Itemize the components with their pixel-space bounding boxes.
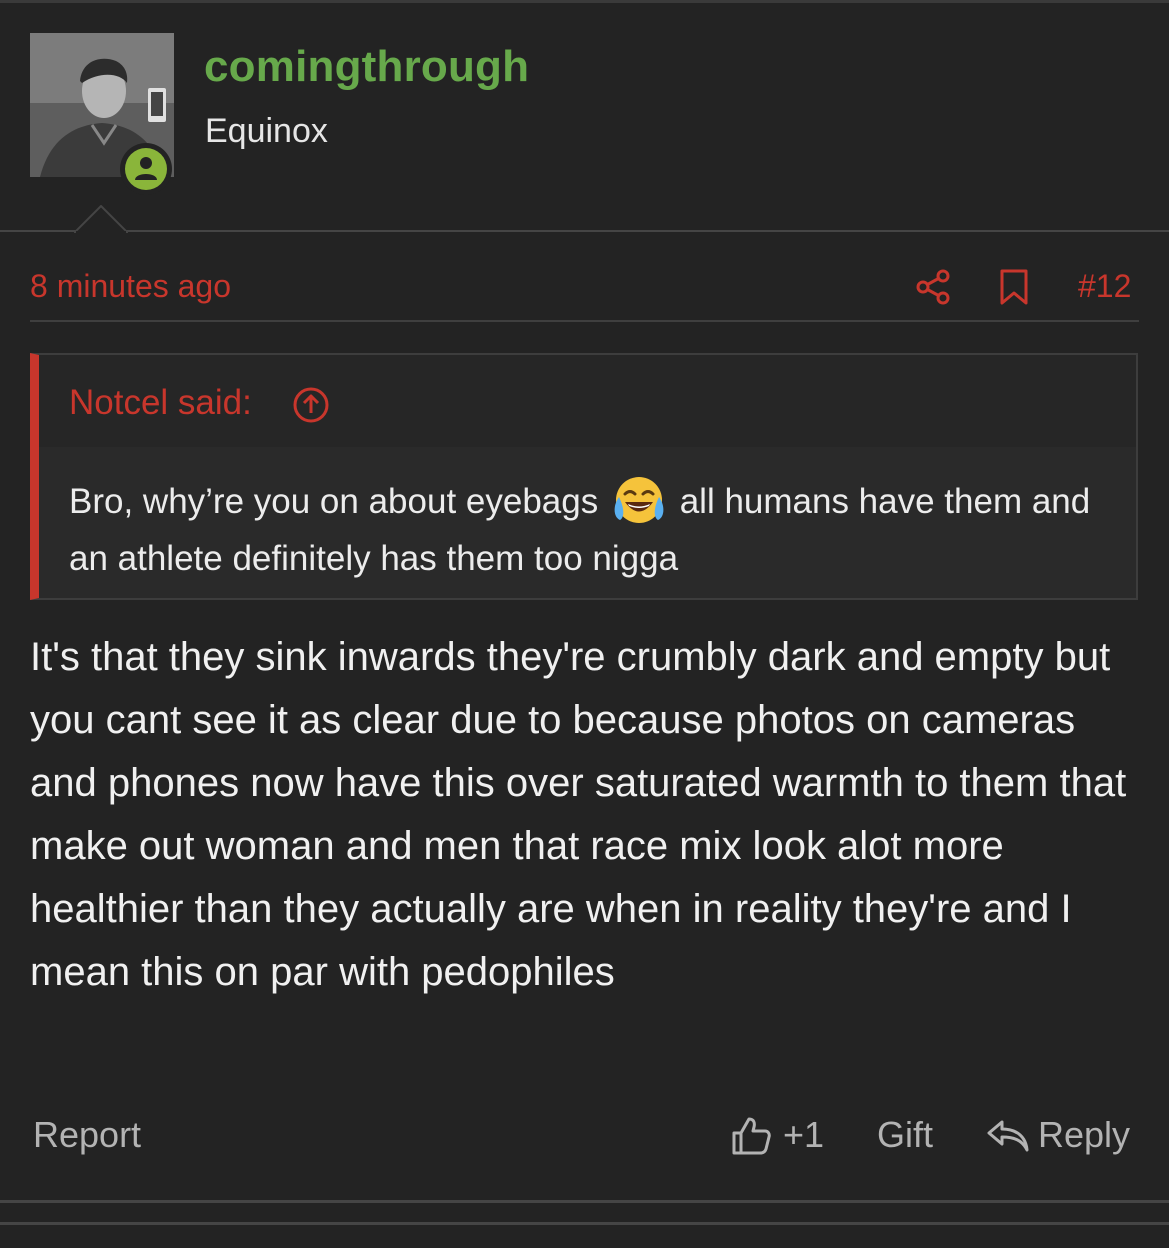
quote-author-link[interactable]: Notcel said: — [69, 383, 252, 423]
quote-text-part-1: Bro, why’re you on about eyebags — [69, 482, 599, 521]
post-body: It's that they sink inwards they're crum… — [30, 635, 1127, 994]
reply-arrow-icon[interactable] — [986, 1118, 1030, 1154]
footer-divider-2 — [0, 1222, 1169, 1225]
like-count[interactable]: +1 — [783, 1114, 824, 1156]
post-timestamp[interactable]: 8 minutes ago — [30, 268, 231, 305]
footer-divider — [0, 1200, 1169, 1203]
header-divider — [0, 230, 1169, 232]
share-icon[interactable] — [914, 268, 952, 306]
username-link[interactable]: comingthrough — [204, 42, 529, 92]
online-person-icon — [135, 157, 157, 180]
online-status-badge — [120, 143, 172, 195]
gift-button[interactable]: Gift — [877, 1114, 933, 1156]
meta-divider — [30, 320, 1139, 322]
quote-text: Bro, why’re you on about eyebags all hum… — [69, 473, 1119, 587]
top-divider — [0, 0, 1169, 3]
arrow-up-circle-icon[interactable] — [292, 386, 330, 424]
caret-pointer — [74, 205, 128, 233]
reply-button[interactable]: Reply — [1038, 1114, 1130, 1156]
post-number-link[interactable]: #12 — [1078, 268, 1131, 305]
face-with-tears-of-joy-emoji — [614, 477, 664, 523]
thumbs-up-icon[interactable] — [730, 1116, 772, 1156]
quote-header: Notcel said: — [39, 355, 1136, 447]
user-title: Equinox — [205, 112, 328, 150]
report-link[interactable]: Report — [33, 1114, 141, 1156]
quote-block: Notcel said: Bro, why’re you on about ey… — [30, 353, 1138, 600]
bookmark-icon[interactable] — [998, 268, 1030, 306]
